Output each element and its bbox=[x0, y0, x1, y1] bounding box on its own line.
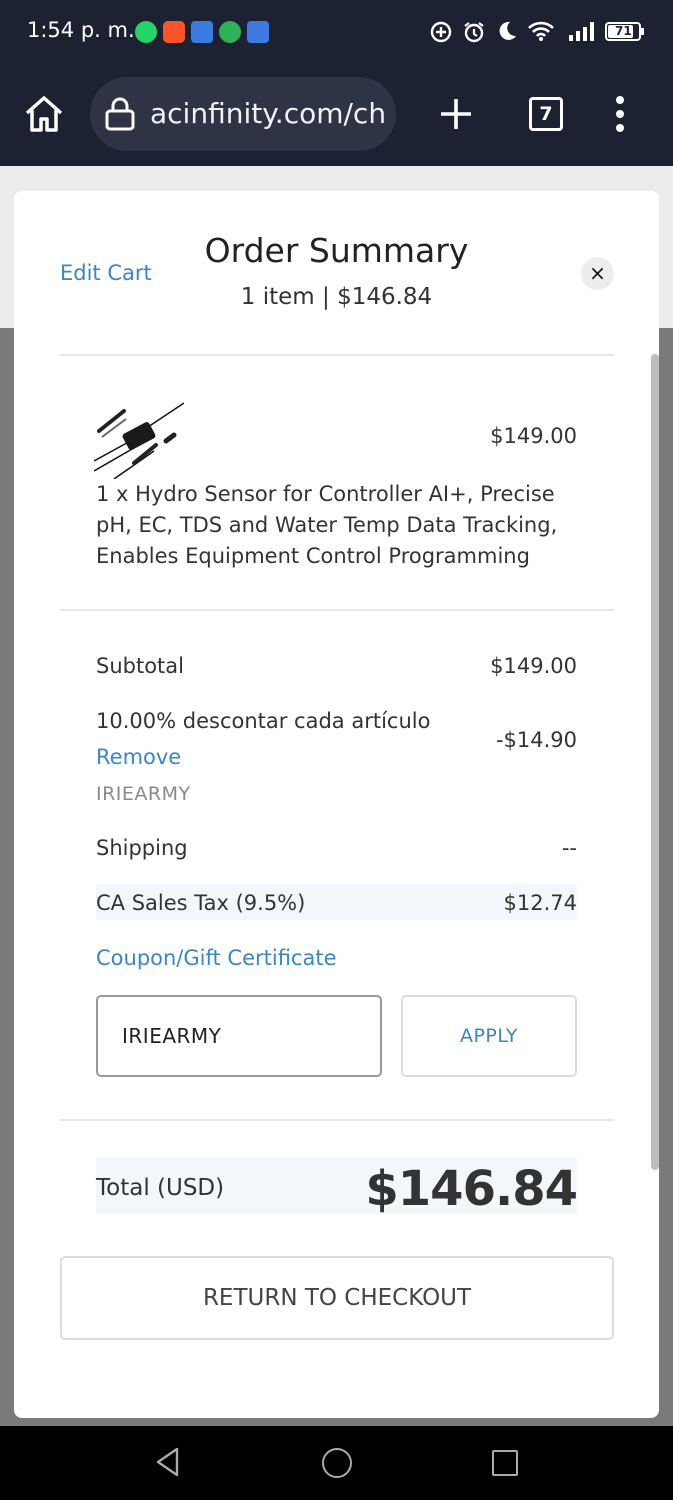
address-bar[interactable]: acinfinity.com/ch bbox=[90, 77, 396, 151]
divider bbox=[60, 354, 614, 356]
recent-apps-icon[interactable] bbox=[492, 1450, 518, 1476]
apply-coupon-button[interactable]: APPLY bbox=[401, 995, 577, 1077]
shipping-value: -- bbox=[561, 836, 577, 860]
status-time: 1:54 p. m. bbox=[27, 18, 135, 42]
battery-level: 71 bbox=[615, 24, 632, 38]
alarm-icon bbox=[464, 22, 484, 43]
status-bar: 1:54 p. m. 71 bbox=[0, 0, 673, 64]
app-icon bbox=[219, 21, 241, 43]
discount-code: IRIEARMY bbox=[96, 783, 191, 805]
home-icon[interactable] bbox=[22, 92, 66, 136]
product-price: $149.00 bbox=[490, 424, 577, 448]
brave-icon bbox=[163, 21, 185, 43]
divider bbox=[60, 1119, 614, 1121]
remove-discount-link[interactable]: Remove bbox=[96, 745, 181, 769]
alert-icon bbox=[191, 21, 213, 43]
new-tab-icon[interactable] bbox=[438, 96, 474, 132]
product-description: 1 x Hydro Sensor for Controller AI+, Pre… bbox=[96, 482, 558, 568]
total-label: Total (USD) bbox=[96, 1175, 225, 1201]
order-summary-modal: Edit Cart Order Summary 1 item | $146.84… bbox=[14, 191, 659, 1418]
subtotal-value: $149.00 bbox=[490, 654, 577, 678]
subtotal-label: Subtotal bbox=[96, 654, 184, 678]
alert-icon bbox=[247, 21, 269, 43]
shipping-label: Shipping bbox=[96, 836, 188, 860]
divider bbox=[60, 609, 614, 611]
more-menu-icon[interactable] bbox=[612, 96, 628, 136]
whatsapp-icon bbox=[135, 21, 157, 43]
signal-icon bbox=[569, 22, 594, 41]
tax-value: $12.74 bbox=[503, 891, 577, 915]
lock-icon[interactable] bbox=[104, 97, 136, 131]
order-summary-subtitle: 1 item | $146.84 bbox=[240, 284, 433, 310]
modal-title: Order Summary bbox=[204, 231, 469, 270]
back-icon[interactable] bbox=[153, 1446, 183, 1478]
total-value: $146.84 bbox=[365, 1161, 578, 1217]
return-to-checkout-button[interactable]: RETURN TO CHECKOUT bbox=[60, 1256, 614, 1340]
wifi-icon bbox=[528, 21, 554, 41]
close-button[interactable]: × bbox=[581, 257, 614, 290]
scrollbar[interactable] bbox=[651, 354, 659, 1170]
discount-label: 10.00% descontar cada artículo bbox=[96, 709, 431, 733]
browser-chrome: 1:54 p. m. 71 acinfinity.com/ch 7 bbox=[0, 0, 673, 166]
coupon-toggle-link[interactable]: Coupon/Gift Certificate bbox=[96, 946, 337, 970]
tax-label: CA Sales Tax (9.5%) bbox=[96, 891, 306, 915]
tab-switcher-button[interactable]: 7 bbox=[529, 97, 563, 131]
data-saver-icon bbox=[430, 21, 452, 43]
coupon-input[interactable]: IRIEARMY bbox=[96, 995, 382, 1077]
discount-value: -$14.90 bbox=[495, 728, 577, 752]
url-text[interactable]: acinfinity.com/ch bbox=[150, 97, 386, 130]
navigation-bar bbox=[0, 1426, 673, 1500]
product-image bbox=[94, 402, 184, 479]
battery-icon: 71 bbox=[605, 22, 644, 41]
do-not-disturb-icon bbox=[499, 21, 516, 40]
home-nav-icon[interactable] bbox=[322, 1448, 352, 1478]
